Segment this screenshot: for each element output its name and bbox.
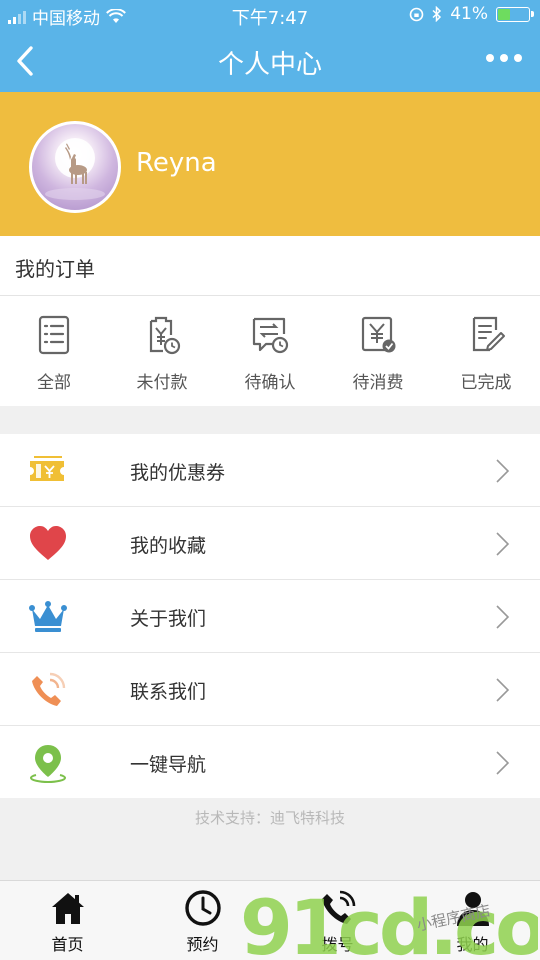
tab-dial[interactable]: 拨号	[270, 881, 405, 960]
location-pin-icon	[29, 745, 67, 783]
confirm-chat-icon	[252, 317, 289, 354]
order-tab-label: 全部	[37, 373, 71, 393]
tab-label: 我的	[456, 935, 489, 954]
yen-check-icon	[361, 316, 396, 353]
chevron-right-icon	[496, 605, 510, 629]
menu-item-about[interactable]: 关于我们	[0, 580, 540, 653]
order-tab-confirm[interactable]: 待确认	[216, 296, 324, 406]
chevron-right-icon	[496, 532, 510, 556]
battery-icon	[496, 6, 534, 22]
bluetooth-icon	[432, 6, 442, 22]
order-tab-done[interactable]: 已完成	[432, 296, 540, 406]
tab-label: 预约	[186, 935, 219, 954]
username: Reyna	[136, 148, 217, 178]
battery-fill	[498, 8, 511, 20]
page-title: 个人中心	[217, 50, 322, 80]
phone-icon	[32, 672, 66, 706]
menu-item-label: 我的优惠券	[130, 462, 226, 484]
orders-header[interactable]: 我的订单	[0, 236, 540, 296]
order-status-row: 全部 未付款 待确认 待消费 已完成	[0, 296, 540, 406]
order-tab-label: 待消费	[352, 373, 404, 393]
chevron-right-icon	[496, 678, 510, 702]
order-tab-label: 未付款	[136, 373, 188, 393]
heart-icon	[30, 526, 66, 560]
status-right: 41%	[409, 4, 534, 24]
menu-item-navigation[interactable]: 一键导航	[0, 726, 540, 798]
order-tab-to-consume[interactable]: 待消费	[324, 296, 432, 406]
tab-label: 拨号	[321, 935, 354, 954]
done-doc-icon	[472, 316, 505, 352]
profile-header: Reyna	[0, 92, 540, 236]
menu-list: 我的优惠券 我的收藏 关于我们 联系我们 一键导航	[0, 434, 540, 798]
battery-percent: 41%	[450, 4, 488, 24]
status-bar: 中国移动 下午7:47 41%	[0, 0, 540, 30]
avatar[interactable]	[29, 121, 121, 213]
tech-support-note: 技术支持：迪飞特科技	[194, 809, 345, 827]
tab-bar: 首页 预约 拨号 我的	[0, 880, 540, 960]
tab-mine[interactable]: 我的	[405, 881, 540, 960]
order-tab-all[interactable]: 全部	[0, 296, 108, 406]
chevron-right-icon	[496, 751, 510, 775]
deer-avatar-icon	[45, 138, 105, 200]
unpaid-clipboard-icon	[149, 316, 181, 355]
user-icon	[457, 892, 489, 926]
order-tab-label: 待确认	[244, 373, 296, 393]
nav-bar: 个人中心	[0, 30, 540, 92]
menu-item-label: 关于我们	[130, 608, 207, 630]
orientation-lock-icon	[409, 7, 424, 21]
home-icon	[52, 893, 84, 924]
tab-home[interactable]: 首页	[0, 881, 135, 960]
crown-icon	[29, 601, 67, 632]
phone-dial-icon	[322, 890, 356, 924]
more-dots-icon[interactable]	[486, 54, 522, 62]
chevron-right-icon	[496, 459, 510, 483]
order-tab-unpaid[interactable]: 未付款	[108, 296, 216, 406]
menu-item-label: 联系我们	[130, 681, 207, 703]
menu-item-label: 我的收藏	[130, 535, 207, 557]
clock-icon	[185, 890, 221, 926]
tab-booking[interactable]: 预约	[135, 881, 270, 960]
menu-item-favorites[interactable]: 我的收藏	[0, 507, 540, 580]
coupon-icon	[30, 456, 64, 481]
tab-label: 首页	[51, 935, 84, 954]
orders-title: 我的订单	[15, 257, 95, 281]
list-icon	[38, 315, 70, 355]
order-tab-label: 已完成	[460, 373, 512, 393]
menu-item-label: 一键导航	[130, 754, 207, 776]
menu-item-coupons[interactable]: 我的优惠券	[0, 434, 540, 507]
menu-item-contact[interactable]: 联系我们	[0, 653, 540, 726]
